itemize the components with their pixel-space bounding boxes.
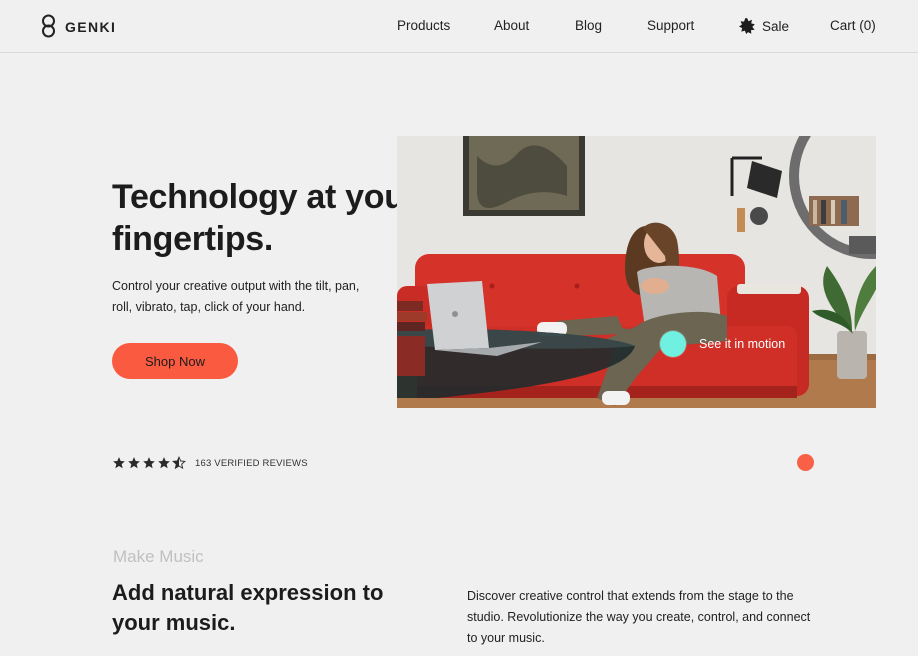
section-eyebrow: Make Music bbox=[113, 547, 204, 566]
nav-sale-label: Sale bbox=[762, 18, 790, 34]
nav-products[interactable]: Products bbox=[397, 18, 450, 33]
rating-summary[interactable]: 163 VERIFIED REVIEWS bbox=[112, 456, 308, 470]
half-star-icon bbox=[172, 456, 186, 470]
hero-photo-illustration bbox=[397, 136, 876, 408]
hero-image bbox=[397, 136, 876, 408]
hero-subtitle: Control your creative output with the ti… bbox=[112, 279, 360, 314]
nav-about[interactable]: About bbox=[494, 18, 529, 33]
section-body: Discover creative control that extends f… bbox=[467, 589, 811, 645]
site-header: GENKI Products About Blog Support Sale C… bbox=[0, 0, 918, 53]
star-rating bbox=[112, 456, 187, 470]
nav-support[interactable]: Support bbox=[647, 18, 694, 33]
reviews-count: 163 VERIFIED REVIEWS bbox=[195, 457, 308, 469]
genki-logo-icon bbox=[42, 14, 55, 38]
section-title: Add natural expression to your music. bbox=[112, 580, 384, 635]
brand-name: GENKI bbox=[65, 18, 117, 35]
sale-burst-icon bbox=[739, 18, 755, 34]
star-icon bbox=[143, 457, 155, 469]
star-icon bbox=[158, 457, 170, 469]
nav-cart[interactable]: Cart (0) bbox=[830, 18, 876, 33]
see-in-motion-button[interactable]: See it in motion bbox=[660, 330, 785, 357]
brand-logo[interactable]: GENKI bbox=[40, 14, 116, 39]
star-icon bbox=[128, 457, 140, 469]
shop-now-button[interactable]: Shop Now bbox=[112, 343, 238, 379]
play-dot-icon bbox=[660, 330, 686, 357]
star-icon bbox=[113, 457, 125, 469]
see-in-motion-label: See it in motion bbox=[699, 336, 786, 351]
nav-sale[interactable]: Sale bbox=[739, 18, 789, 34]
carousel-dot[interactable] bbox=[797, 454, 814, 471]
nav-blog[interactable]: Blog bbox=[575, 18, 602, 33]
